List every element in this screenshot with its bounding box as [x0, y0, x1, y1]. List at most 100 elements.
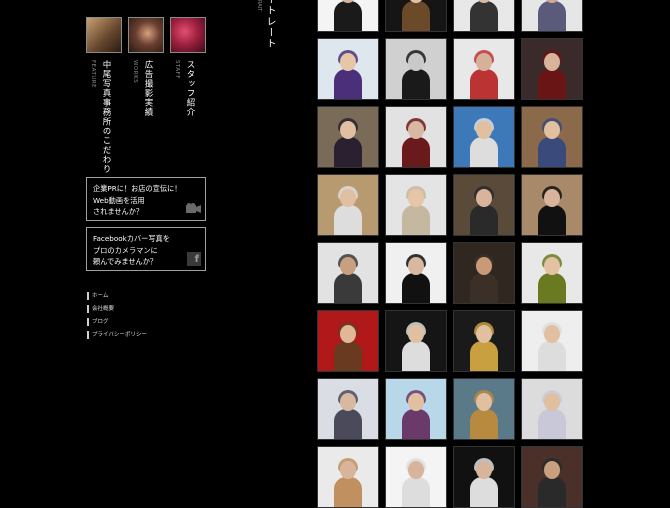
gallery-thumbnail[interactable] — [317, 0, 379, 32]
portrait-figure — [402, 137, 430, 167]
portrait-head — [408, 121, 424, 139]
gallery-thumbnail[interactable] — [385, 242, 447, 304]
gallery-thumbnail[interactable] — [385, 106, 447, 168]
gallery-thumbnail[interactable] — [385, 378, 447, 440]
portrait-figure — [334, 273, 362, 303]
portrait-figure — [402, 205, 430, 235]
nav-item-works-en: WORKS — [132, 60, 138, 84]
gallery-thumbnail[interactable] — [317, 174, 379, 236]
gallery-thumbnail[interactable] — [521, 0, 583, 32]
portrait-figure — [402, 477, 430, 507]
portrait-head — [476, 121, 492, 139]
portrait-head — [544, 53, 560, 71]
nav-thumb-feature[interactable] — [86, 17, 122, 53]
web-video-banner[interactable]: 企業PRに！お店の宣伝に！ Web動画を活用 されませんか？ — [86, 177, 206, 221]
portrait-figure — [538, 409, 566, 439]
gallery-thumbnail[interactable] — [521, 378, 583, 440]
gallery-thumbnail[interactable] — [317, 38, 379, 100]
nav-thumb-works[interactable] — [128, 17, 164, 53]
gallery-thumbnail[interactable] — [453, 0, 515, 32]
portrait-figure — [470, 477, 498, 507]
portrait-head — [408, 53, 424, 71]
portrait-figure — [334, 69, 362, 99]
portrait-head — [476, 325, 492, 343]
portrait-figure — [470, 69, 498, 99]
portrait-head — [340, 189, 356, 207]
portrait-figure — [334, 341, 362, 371]
portrait-head — [544, 189, 560, 207]
gallery-thumbnail[interactable] — [521, 174, 583, 236]
gallery-thumbnail[interactable] — [521, 38, 583, 100]
portrait-figure — [402, 69, 430, 99]
portrait-figure — [470, 1, 498, 31]
portrait-figure — [470, 205, 498, 235]
footer-link-blog[interactable]: ブログ — [87, 318, 109, 326]
gallery-thumbnail[interactable] — [453, 38, 515, 100]
promo-line: Facebookカバー写真を — [93, 234, 170, 243]
staff-photo — [171, 18, 205, 52]
portrait-head — [544, 257, 560, 275]
portrait-head — [340, 121, 356, 139]
portrait-figure — [334, 205, 362, 235]
gallery-thumbnail[interactable] — [521, 310, 583, 372]
gallery-thumbnail[interactable] — [385, 0, 447, 32]
portrait-figure — [538, 1, 566, 31]
gallery-thumbnail[interactable] — [385, 310, 447, 372]
gallery-thumbnail[interactable] — [521, 106, 583, 168]
gallery-thumbnail[interactable] — [317, 106, 379, 168]
facebook-cover-banner[interactable]: Facebookカバー写真を プロのカメラマンに 頼んでみませんか？ f — [86, 227, 206, 271]
gallery-thumbnail[interactable] — [317, 242, 379, 304]
portrait-figure — [402, 341, 430, 371]
gallery-thumbnail[interactable] — [317, 310, 379, 372]
facebook-icon: f — [187, 252, 201, 266]
gallery-thumbnail[interactable] — [385, 174, 447, 236]
gallery-thumbnail[interactable] — [385, 446, 447, 508]
portrait-figure — [402, 409, 430, 439]
portrait-head — [544, 325, 560, 343]
promo-line: 頼んでみませんか？ — [93, 257, 158, 266]
portrait-figure — [334, 477, 362, 507]
gallery-thumbnail[interactable] — [453, 378, 515, 440]
gallery-thumbnail[interactable] — [385, 38, 447, 100]
promo-line: Web動画を活用 — [93, 195, 145, 205]
nav-item-staff-label: スタッフ紹介 — [185, 60, 195, 117]
portrait-figure — [402, 273, 430, 303]
portrait-figure — [538, 69, 566, 99]
gallery-thumbnail[interactable] — [453, 174, 515, 236]
portrait-head — [476, 393, 492, 411]
portrait-figure — [538, 137, 566, 167]
portrait-figure — [538, 205, 566, 235]
gallery-thumbnail[interactable] — [453, 310, 515, 372]
gallery-thumbnail[interactable] — [521, 446, 583, 508]
portrait-figure — [402, 1, 430, 31]
footer-link-privacy[interactable]: プライバシーポリシー — [87, 331, 147, 339]
portrait-figure — [334, 137, 362, 167]
promo-line: 企業PRに！お店の宣伝に！ — [93, 184, 182, 193]
nav-item-feature-en: FEATURE — [90, 60, 96, 89]
feature-photo — [87, 18, 121, 52]
portrait-head — [408, 393, 424, 411]
gallery-thumbnail[interactable] — [317, 446, 379, 508]
portrait-head — [476, 257, 492, 275]
portrait-figure — [538, 477, 566, 507]
portrait-figure — [538, 273, 566, 303]
portrait-figure — [470, 341, 498, 371]
portrait-figure — [334, 1, 362, 31]
gallery-thumbnail[interactable] — [521, 242, 583, 304]
portrait-head — [340, 257, 356, 275]
portrait-head — [408, 325, 424, 343]
gallery-thumbnail[interactable] — [453, 446, 515, 508]
portrait-head — [544, 121, 560, 139]
gallery-thumbnail[interactable] — [453, 242, 515, 304]
gallery-thumbnail[interactable] — [453, 106, 515, 168]
works-photo — [129, 18, 163, 52]
portrait-figure — [470, 137, 498, 167]
footer-link-company[interactable]: 会社概要 — [87, 305, 114, 313]
portrait-figure — [334, 409, 362, 439]
portrait-head — [340, 53, 356, 71]
gallery-thumbnail[interactable] — [317, 378, 379, 440]
footer-link-home[interactable]: ホーム — [87, 292, 108, 300]
portrait-figure — [538, 341, 566, 371]
video-camera-icon — [186, 203, 201, 215]
nav-thumb-staff[interactable] — [170, 17, 206, 53]
